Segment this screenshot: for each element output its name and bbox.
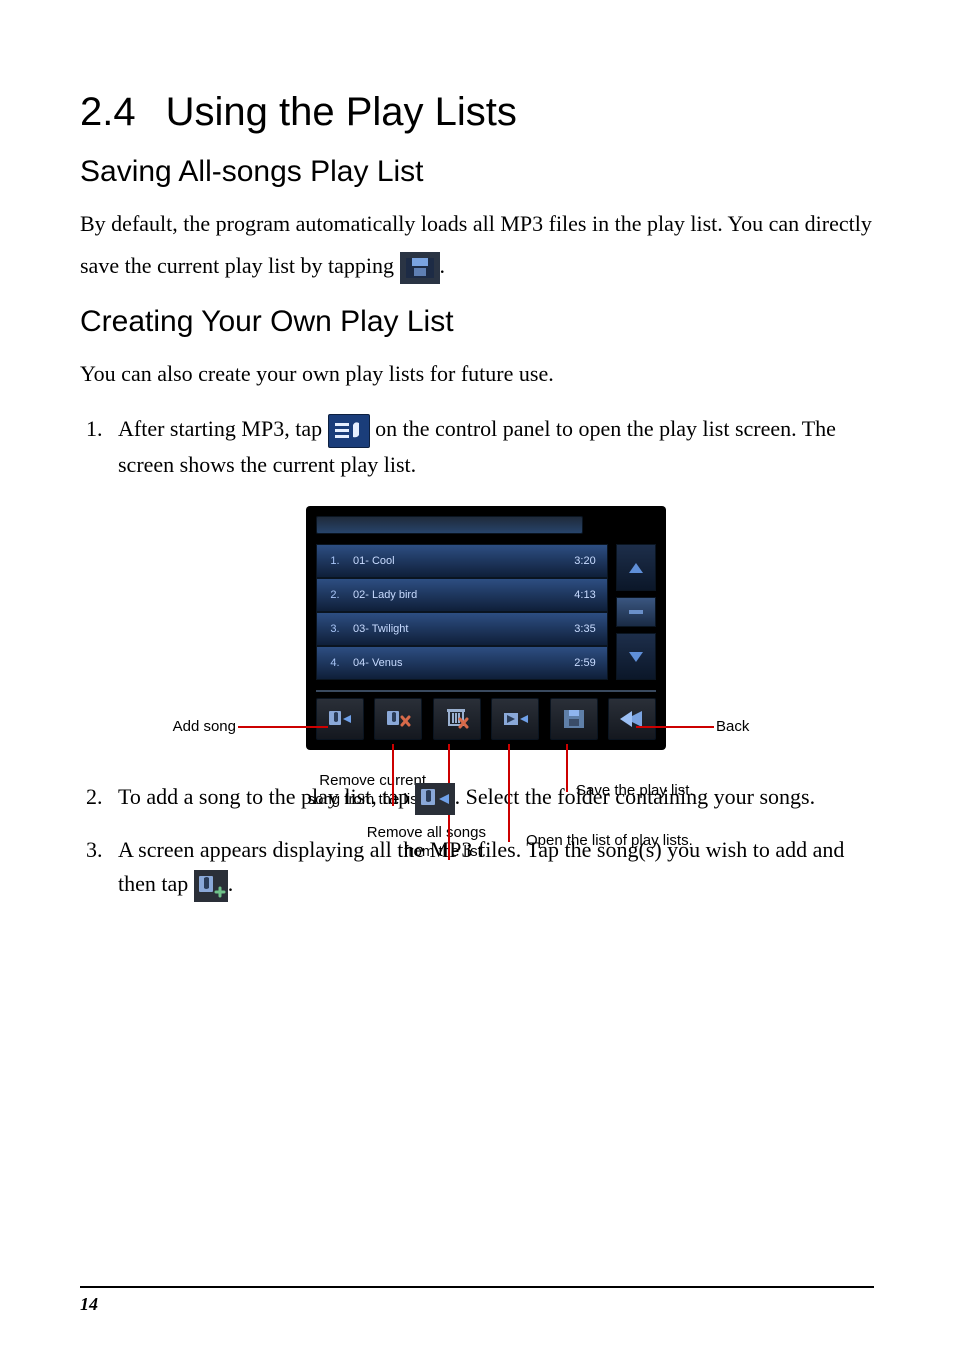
- page-number: 14: [80, 1294, 874, 1315]
- open-playlists-button[interactable]: [491, 698, 539, 740]
- callout-remove-current: Remove current song from the list.: [266, 772, 426, 810]
- step-2: To add a song to the play list, tap . Se…: [108, 780, 874, 815]
- step-1: After starting MP3, tap on the control p…: [108, 412, 874, 750]
- scroll-handle[interactable]: [616, 597, 656, 627]
- table-row[interactable]: 1. 01- Cool 3:20: [316, 544, 608, 578]
- callout-remove-all: Remove all songs from the list.: [316, 824, 486, 862]
- footer-rule: [80, 1286, 874, 1288]
- save-icon: [400, 252, 440, 284]
- scroll-up-button[interactable]: [616, 544, 656, 591]
- scroll-down-button[interactable]: [616, 633, 656, 680]
- remove-song-button[interactable]: [374, 698, 422, 740]
- table-row[interactable]: 2. 02- Lady bird 4:13: [316, 578, 608, 612]
- subheading-saving: Saving All-songs Play List: [80, 155, 874, 189]
- creating-intro: You can also create your own play lists …: [80, 353, 874, 395]
- section-number: 2.4: [80, 90, 136, 135]
- add-song-icon: [415, 783, 455, 815]
- table-row[interactable]: 3. 03- Twilight 3:35: [316, 612, 608, 646]
- callout-add-song: Add song: [146, 718, 236, 737]
- playlist-screenshot: 1. 01- Cool 3:20 2. 02- Lady bird 4:13: [176, 506, 816, 750]
- remove-all-button[interactable]: [433, 698, 481, 740]
- table-row[interactable]: 4. 04- Venus 2:59: [316, 646, 608, 680]
- back-button[interactable]: [608, 698, 656, 740]
- section-title: Using the Play Lists: [166, 90, 517, 134]
- add-song-button[interactable]: [316, 698, 364, 740]
- callout-back: Back: [716, 718, 776, 737]
- saving-paragraph: By default, the program automatically lo…: [80, 203, 874, 287]
- callout-open: Open the list of play lists.: [526, 832, 746, 851]
- subheading-creating: Creating Your Own Play List: [80, 305, 874, 339]
- step-3: A screen appears displaying all the MP3 …: [108, 833, 874, 902]
- save-playlist-button[interactable]: [550, 698, 598, 740]
- progress-bar[interactable]: [316, 516, 583, 534]
- callout-save: Save the play list.: [576, 782, 756, 801]
- playlist-icon: [328, 414, 370, 448]
- add-selected-icon: [194, 870, 228, 902]
- page-title: 2.4 Using the Play Lists: [80, 90, 874, 135]
- playlist-table: 1. 01- Cool 3:20 2. 02- Lady bird 4:13: [316, 544, 608, 680]
